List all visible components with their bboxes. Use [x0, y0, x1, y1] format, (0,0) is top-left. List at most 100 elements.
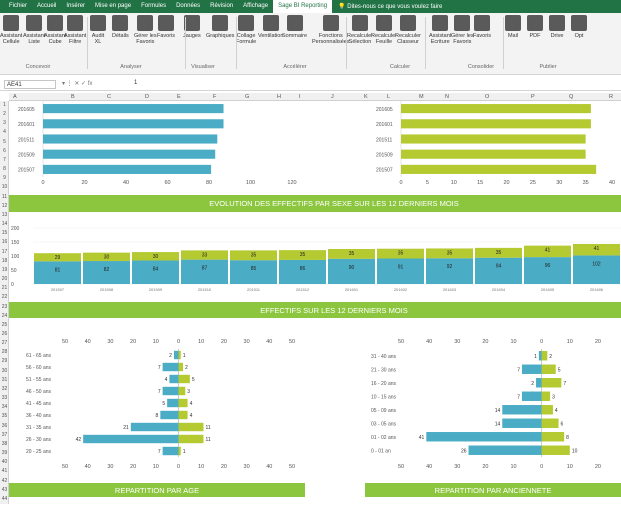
- row-header[interactable]: 1: [0, 101, 9, 110]
- row-header[interactable]: 17: [0, 248, 9, 257]
- ribbon-button-14[interactable]: Recalculer Sélection: [347, 15, 373, 45]
- row-header[interactable]: 16: [0, 238, 9, 247]
- ribbon-button-9[interactable]: Graphiques: [206, 15, 234, 39]
- column-header[interactable]: A: [13, 93, 17, 101]
- ribbon-button-15[interactable]: Recalculer Feuille: [371, 15, 397, 45]
- ribbon-button-12[interactable]: Sommaire: [282, 15, 307, 39]
- ribbon-button-4[interactable]: Audit XL: [90, 15, 106, 45]
- row-header[interactable]: 9: [0, 174, 9, 183]
- tab-affichage[interactable]: Affichage: [238, 0, 273, 13]
- ribbon-button-17[interactable]: Assistant Ecriture: [429, 15, 451, 45]
- tab-donn-es[interactable]: Données: [171, 0, 205, 13]
- ribbon-button-6[interactable]: Gérer les Favoris: [134, 15, 157, 45]
- ribbon-button-5[interactable]: Détails: [112, 15, 129, 39]
- column-header[interactable]: R: [609, 93, 613, 101]
- ribbon-button-23[interactable]: Opt: [571, 15, 587, 39]
- row-header[interactable]: 27: [0, 339, 9, 348]
- row-header[interactable]: 13: [0, 211, 9, 220]
- ribbon-button-10[interactable]: Collage Formule: [236, 15, 256, 45]
- column-header[interactable]: O: [485, 93, 489, 101]
- row-header[interactable]: 37: [0, 431, 9, 440]
- row-header[interactable]: 41: [0, 467, 9, 476]
- row-header[interactable]: 30: [0, 367, 9, 376]
- row-header[interactable]: 4: [0, 128, 9, 137]
- ribbon-icon: [571, 15, 587, 31]
- tab-mise-en-page[interactable]: Mise en page: [90, 0, 136, 13]
- column-header[interactable]: E: [177, 93, 181, 101]
- ribbon-button-13[interactable]: Fonctions Personnalisées: [312, 15, 350, 45]
- row-header[interactable]: 25: [0, 321, 9, 330]
- ribbon-button-11[interactable]: Ventilation: [258, 15, 283, 39]
- row-header[interactable]: 23: [0, 303, 9, 312]
- row-header[interactable]: 6: [0, 147, 9, 156]
- tab-formules[interactable]: Formules: [136, 0, 171, 13]
- ribbon-button-20[interactable]: Mail: [505, 15, 521, 39]
- row-header[interactable]: 12: [0, 202, 9, 211]
- column-header[interactable]: L: [387, 93, 390, 101]
- formula-input[interactable]: 1: [134, 80, 137, 86]
- row-header[interactable]: 38: [0, 440, 9, 449]
- row-header[interactable]: 14: [0, 220, 9, 229]
- ribbon-button-21[interactable]: PDF: [527, 15, 543, 39]
- tab-fichier[interactable]: Fichier: [4, 0, 32, 13]
- column-header[interactable]: F: [213, 93, 216, 101]
- ribbon-button-3[interactable]: Assistant Filtre: [64, 15, 86, 45]
- row-header[interactable]: 24: [0, 312, 9, 321]
- column-header[interactable]: B: [71, 93, 75, 101]
- tab-r-vision[interactable]: Révision: [205, 0, 238, 13]
- ribbon-button-7[interactable]: Favoris: [157, 15, 175, 39]
- row-header[interactable]: 39: [0, 449, 9, 458]
- column-header[interactable]: G: [245, 93, 249, 101]
- row-header[interactable]: 8: [0, 165, 9, 174]
- row-header[interactable]: 18: [0, 257, 9, 266]
- tell-me-search[interactable]: 💡 Dites-nous ce que vous voulez faire: [338, 3, 442, 10]
- row-header[interactable]: 15: [0, 229, 9, 238]
- row-header[interactable]: 28: [0, 348, 9, 357]
- row-header[interactable]: 33: [0, 394, 9, 403]
- row-header[interactable]: 44: [0, 495, 9, 504]
- row-header[interactable]: 26: [0, 330, 9, 339]
- column-header[interactable]: I: [299, 93, 301, 101]
- ribbon-button-22[interactable]: Drive: [549, 15, 565, 39]
- worksheet[interactable]: 201605 201601 201511 201509 201507 0 20 40 60 80 1…: [9, 101, 621, 504]
- row-header[interactable]: 35: [0, 412, 9, 421]
- tab-ins-rer[interactable]: Insérer: [61, 0, 90, 13]
- row-header[interactable]: 43: [0, 486, 9, 495]
- column-header[interactable]: M: [419, 93, 424, 101]
- row-header[interactable]: 29: [0, 357, 9, 366]
- row-header[interactable]: 34: [0, 403, 9, 412]
- tab-sage-bi-reporting[interactable]: Sage BI Reporting: [273, 0, 333, 13]
- row-header[interactable]: 3: [0, 119, 9, 128]
- row-header[interactable]: 36: [0, 422, 9, 431]
- row-header[interactable]: 19: [0, 266, 9, 275]
- row-header[interactable]: 20: [0, 275, 9, 284]
- column-header[interactable]: N: [445, 93, 449, 101]
- row-header[interactable]: 2: [0, 110, 9, 119]
- row-header[interactable]: 22: [0, 293, 9, 302]
- tab-accueil[interactable]: Accueil: [32, 0, 61, 13]
- ribbon-button-19[interactable]: Favoris: [473, 15, 491, 39]
- column-header[interactable]: Q: [569, 93, 573, 101]
- row-header[interactable]: 5: [0, 138, 9, 147]
- column-header[interactable]: K: [364, 93, 368, 101]
- row-header[interactable]: 40: [0, 458, 9, 467]
- column-header[interactable]: P: [531, 93, 535, 101]
- row-header[interactable]: 11: [0, 193, 9, 202]
- formula-icons[interactable]: ▾ ⋮ ✕ ✓ fx: [62, 80, 92, 87]
- column-header[interactable]: C: [107, 93, 111, 101]
- ribbon-button-0[interactable]: Assistant Cellule: [0, 15, 22, 45]
- ribbon-button-16[interactable]: Recalculer Classeur: [395, 15, 421, 45]
- ribbon-button-18[interactable]: Gérer les Favoris: [451, 15, 474, 45]
- ribbon-button-1[interactable]: Assistant Liste: [23, 15, 45, 45]
- column-header[interactable]: D: [145, 93, 149, 101]
- row-header[interactable]: 10: [0, 183, 9, 192]
- column-header[interactable]: H: [277, 93, 281, 101]
- ribbon-button-2[interactable]: Assistant Cube: [44, 15, 66, 45]
- row-header[interactable]: 7: [0, 156, 9, 165]
- name-box[interactable]: AE41: [4, 80, 56, 89]
- row-header[interactable]: 42: [0, 477, 9, 486]
- column-header[interactable]: J: [331, 93, 334, 101]
- row-header[interactable]: 32: [0, 385, 9, 394]
- row-header[interactable]: 21: [0, 284, 9, 293]
- row-header[interactable]: 31: [0, 376, 9, 385]
